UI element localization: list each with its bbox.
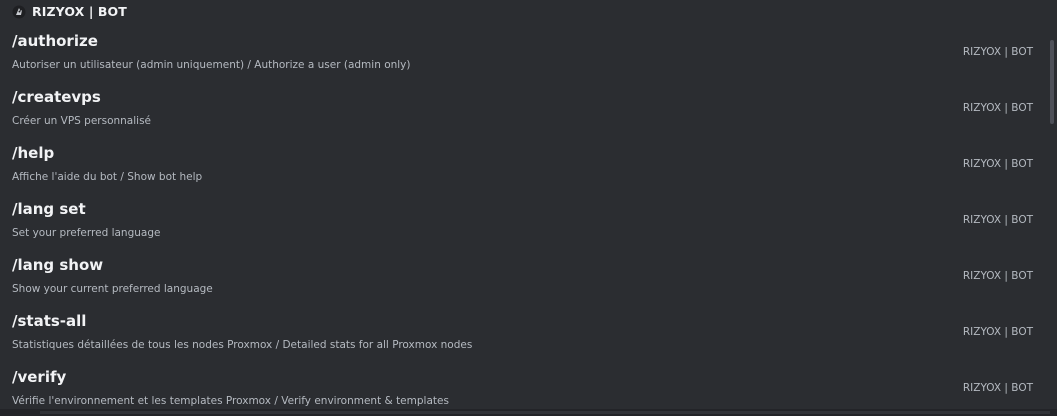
command-list: /authorize Autoriser un utilisateur (adm…	[0, 22, 1048, 409]
command-item[interactable]: /lang set Set your preferred language RI…	[0, 190, 1048, 246]
command-source: RIZYOX | BOT	[962, 326, 1033, 338]
command-source: RIZYOX | BOT	[962, 270, 1033, 282]
command-source: RIZYOX | BOT	[962, 46, 1033, 58]
command-description: Statistiques détaillées de tous les node…	[12, 339, 473, 351]
command-description: Vérifie l'environnement et les templates…	[12, 395, 449, 407]
command-name: /lang show	[12, 256, 104, 274]
command-description: Show your current preferred language	[12, 283, 213, 295]
command-description: Affiche l'aide du bot / Show bot help	[12, 171, 203, 183]
command-autocomplete-panel: RIZYOX | BOT /authorize Autoriser un uti…	[0, 0, 1048, 409]
command-item[interactable]: /createvps Créer un VPS personnalisé RIZ…	[0, 78, 1048, 134]
command-item[interactable]: /help Affiche l'aide du bot / Show bot h…	[0, 134, 1048, 190]
command-source: RIZYOX | BOT	[962, 158, 1033, 170]
command-item[interactable]: /stats-all Statistiques détaillées de to…	[0, 302, 1048, 358]
bot-section-header: RIZYOX | BOT	[0, 0, 1048, 22]
command-source: RIZYOX | BOT	[962, 102, 1033, 114]
command-description: Créer un VPS personnalisé	[12, 115, 152, 127]
command-name: /createvps	[12, 88, 101, 106]
command-name: /help	[12, 144, 55, 162]
scrollbar-thumb[interactable]	[1050, 40, 1054, 124]
command-source: RIZYOX | BOT	[962, 382, 1033, 394]
command-name: /lang set	[12, 200, 86, 218]
command-item[interactable]: /verify Vérifie l'environnement et les t…	[0, 358, 1048, 409]
bot-avatar-icon	[12, 4, 26, 19]
command-name: /stats-all	[12, 312, 87, 330]
command-name: /authorize	[12, 32, 98, 50]
scrollbar[interactable]	[1050, 0, 1055, 409]
message-input-edge	[40, 411, 1050, 414]
command-name: /verify	[12, 368, 67, 386]
bot-name: RIZYOX | BOT	[32, 3, 127, 19]
command-item[interactable]: /lang show Show your current preferred l…	[0, 246, 1048, 302]
command-source: RIZYOX | BOT	[962, 214, 1033, 226]
command-description: Autoriser un utilisateur (admin uniqueme…	[12, 59, 411, 71]
command-item[interactable]: /authorize Autoriser un utilisateur (adm…	[0, 22, 1048, 78]
command-description: Set your preferred language	[12, 227, 161, 239]
